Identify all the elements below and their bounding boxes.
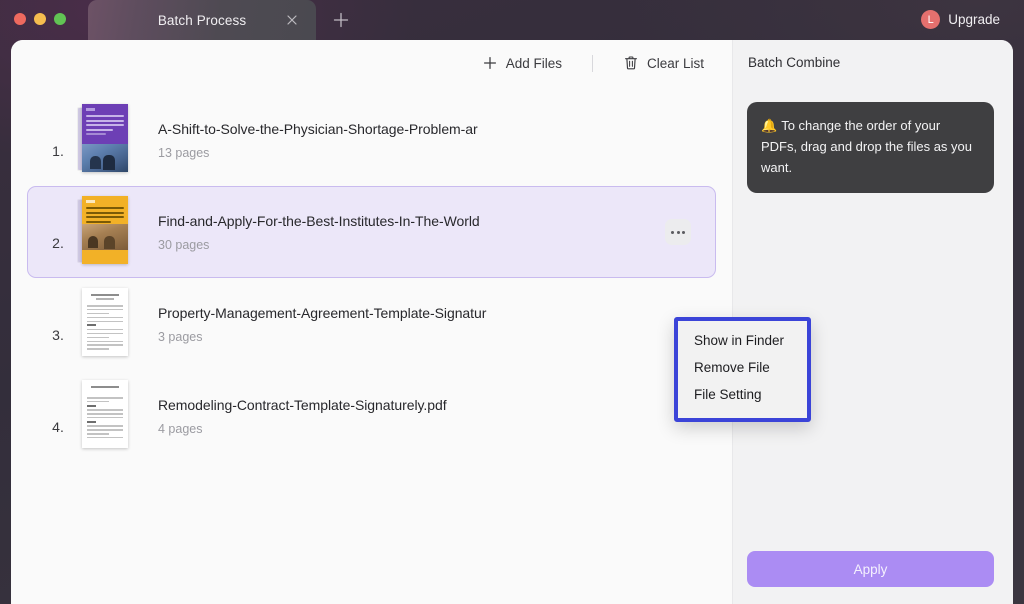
file-list-pane: Add Files Clear List 1. A-Shift-to-Solve… [11,40,811,604]
tab-label: Batch Process [157,12,247,28]
apply-label: Apply [853,561,888,577]
plus-icon[interactable] [330,9,352,31]
tab-batch-process[interactable]: Batch Process [88,0,316,40]
table-row[interactable]: 2. Find-and-Apply-For-the-Best-Institute… [27,186,716,278]
context-menu: Show in Finder Remove File File Setting [674,317,811,422]
add-files-button[interactable]: Add Files [476,50,568,76]
row-index: 1. [52,143,64,159]
file-info: A-Shift-to-Solve-the-Physician-Shortage-… [158,121,705,160]
thumbnail-cover [82,196,128,264]
file-name: Find-and-Apply-For-the-Best-Institutes-I… [158,212,480,229]
clear-list-label: Clear List [646,55,704,71]
file-list: 1. A-Shift-to-Solve-the-Physician-Shorta… [11,86,732,462]
close-icon[interactable] [284,12,300,28]
plus-icon [482,55,498,71]
dot [682,230,685,234]
trash-icon [623,55,639,71]
thumbnail-cover [82,288,128,356]
context-menu-item-remove-file[interactable]: Remove File [678,355,807,382]
dot [676,230,680,234]
file-page-count: 13 pages [158,145,210,160]
row-more-options-button[interactable] [665,219,691,245]
file-name: Remodeling-Contract-Template-Signaturely… [158,396,447,413]
file-page-count: 3 pages [158,329,203,344]
thumbnail-cover [82,380,128,448]
tip-text-wrapper: 🔔 To change the order of your PDFs, drag … [761,115,978,178]
list-toolbar: Add Files Clear List [11,40,732,86]
row-index: 3. [52,327,64,343]
row-index: 4. [52,419,64,435]
minimize-window-button[interactable] [34,13,46,25]
account-avatar: L [921,10,941,29]
panel-title: Batch Combine [748,55,841,70]
table-row[interactable]: 1. A-Shift-to-Solve-the-Physician-Shorta… [27,94,716,186]
file-info: Property-Management-Agreement-Template-S… [158,305,705,344]
bell-icon: 🔔 [761,118,778,133]
apply-button[interactable]: Apply [747,551,994,587]
tip-message: To change the order of your PDFs, drag a… [761,118,973,176]
application-window: Add Files Clear List 1. A-Shift-to-Solve… [11,40,1013,604]
context-menu-item-show-in-finder[interactable]: Show in Finder [678,328,807,355]
file-page-count: 4 pages [158,421,203,436]
desktop-backdrop: Batch Process L Upgrade Add Files Clear … [0,0,1024,604]
file-name: Property-Management-Agreement-Template-S… [158,304,487,321]
context-menu-item-file-setting[interactable]: File Setting [678,382,807,409]
thumbnail-cover [82,104,128,172]
dot [671,230,674,234]
file-name: A-Shift-to-Solve-the-Physician-Shortage-… [158,120,478,137]
window-titlebar: Batch Process L Upgrade [0,0,1024,40]
file-thumbnail [78,196,136,268]
zoom-window-button[interactable] [54,13,66,25]
row-index: 2. [52,235,64,251]
file-page-count: 30 pages [158,237,210,252]
upgrade-button[interactable]: L Upgrade [917,7,1008,32]
file-info: Find-and-Apply-For-the-Best-Institutes-I… [158,213,705,252]
tip-callout: 🔔 To change the order of your PDFs, drag … [747,102,994,194]
file-thumbnail [78,288,136,360]
tab-strip: Batch Process [88,0,352,40]
file-thumbnail [78,104,136,176]
traffic-light-controls[interactable] [14,13,66,25]
table-row[interactable]: 4. Remodeling-Contract-Template-Signatur… [27,370,716,462]
upgrade-label: Upgrade [948,12,1000,27]
file-info: Remodeling-Contract-Template-Signaturely… [158,397,705,436]
add-files-label: Add Files [505,55,562,71]
clear-list-button[interactable]: Clear List [617,50,710,76]
close-window-button[interactable] [14,13,26,25]
toolbar-divider [591,54,593,72]
file-thumbnail [78,380,136,452]
table-row[interactable]: 3. Property-Management-Agreement-Templat… [27,278,716,370]
